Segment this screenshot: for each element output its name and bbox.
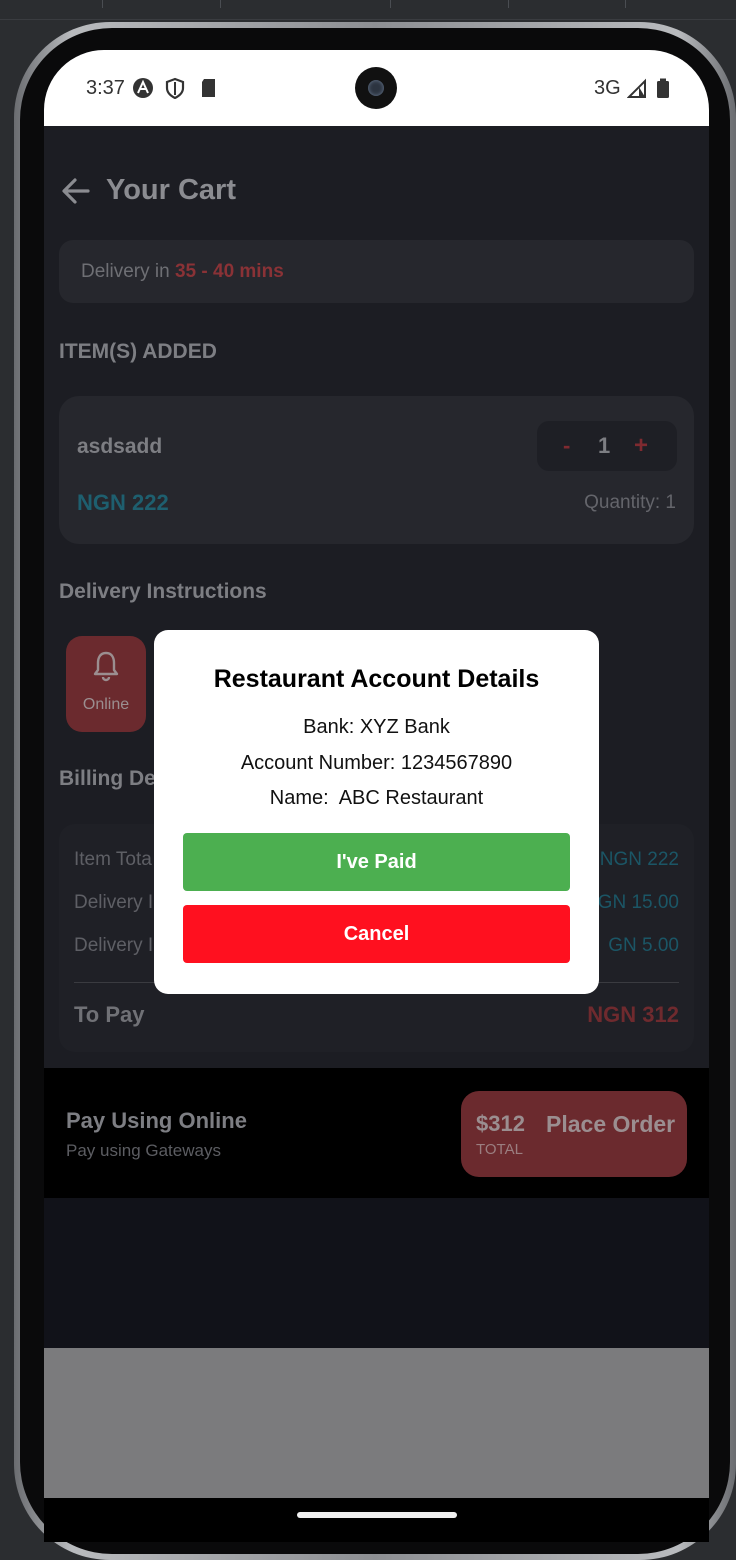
status-bar: 3:37 3G (44, 50, 709, 126)
order-total-label: TOTAL (476, 1141, 523, 1158)
order-total: $312 (476, 1111, 525, 1136)
signal-icon (627, 78, 646, 98)
dialog-title: Restaurant Account Details (213, 665, 540, 693)
toolbar-divider (390, 0, 391, 8)
online-option-label: Online (82, 696, 130, 713)
bill-label-delivery-fee: Delivery I (74, 892, 154, 913)
cancel-button[interactable]: Cancel (183, 905, 570, 963)
checkout-bar: Pay Using Online Pay using Gateways $312… (44, 1068, 709, 1198)
keyboard-placeholder-area (44, 1348, 709, 1498)
page-title: Your Cart (106, 174, 236, 206)
sd-card-icon (202, 79, 215, 97)
empty-area (44, 1198, 709, 1348)
bill-value-item-total: NGN 222 (599, 849, 679, 870)
decrease-quantity-button[interactable]: - (563, 433, 570, 459)
bill-label-item-total: Item Tota (74, 849, 152, 870)
delivery-instructions-heading: Delivery Instructions (59, 580, 267, 603)
front-camera (355, 67, 397, 109)
toolbar-divider (102, 0, 103, 8)
item-name: asdsadd (77, 435, 163, 458)
network-type: 3G (594, 77, 621, 99)
battery-icon (657, 78, 669, 98)
place-order-button[interactable]: $312 TOTAL Place Order (461, 1091, 687, 1177)
toolbar-divider (220, 0, 221, 8)
home-gesture-handle[interactable] (297, 1512, 457, 1518)
cart-item-card: asdsadd NGN 222 - 1 + Quantity: 1 (59, 396, 694, 544)
bill-value-delivery-fee: GN 15.00 (597, 892, 679, 913)
ive-paid-button[interactable]: I've Paid (183, 833, 570, 891)
payment-method-title[interactable]: Pay Using Online (66, 1108, 247, 1134)
shield-icon (165, 77, 185, 99)
toolbar-divider (625, 0, 626, 8)
delivery-text: Delivery in 35 - 40 mins (81, 261, 284, 283)
bank-name: Bank: XYZ Bank (303, 716, 450, 738)
quantity-value: 1 (598, 433, 611, 458)
delivery-time-banner: Delivery in 35 - 40 mins (59, 240, 694, 303)
bill-label-delivery-tip: Delivery I (74, 935, 154, 956)
navigation-bar (44, 1498, 709, 1542)
online-option-tile[interactable]: Online (66, 636, 146, 732)
toolbar-divider (508, 0, 509, 8)
quantity-stepper: - 1 + (537, 421, 677, 471)
ide-top-bar (0, 0, 736, 20)
account-number: Account Number: 1234567890 (240, 752, 513, 774)
status-time: 3:37 (86, 77, 125, 99)
payment-method-subtitle: Pay using Gateways (66, 1141, 221, 1160)
to-pay-value: NGN 312 (587, 1002, 679, 1027)
app-notification-icon (133, 78, 153, 98)
delivery-prefix: Delivery in (81, 261, 175, 282)
delivery-time: 35 - 40 mins (174, 261, 284, 282)
quantity-label: Quantity: 1 (584, 492, 676, 513)
place-order-label: Place Order (546, 1111, 676, 1137)
increase-quantity-button[interactable]: + (634, 432, 648, 460)
items-section-heading: ITEM(S) ADDED (59, 340, 217, 363)
bill-value-delivery-tip: GN 5.00 (608, 935, 679, 956)
back-arrow-icon[interactable] (60, 176, 92, 206)
bell-icon (93, 651, 119, 682)
account-holder-name: Name: ABC Restaurant (269, 787, 484, 809)
item-price: NGN 222 (77, 490, 169, 515)
to-pay-label: To Pay (74, 1002, 145, 1027)
billing-heading: Billing De (59, 767, 156, 790)
account-details-dialog: Restaurant Account Details Bank: XYZ Ban… (154, 630, 599, 994)
